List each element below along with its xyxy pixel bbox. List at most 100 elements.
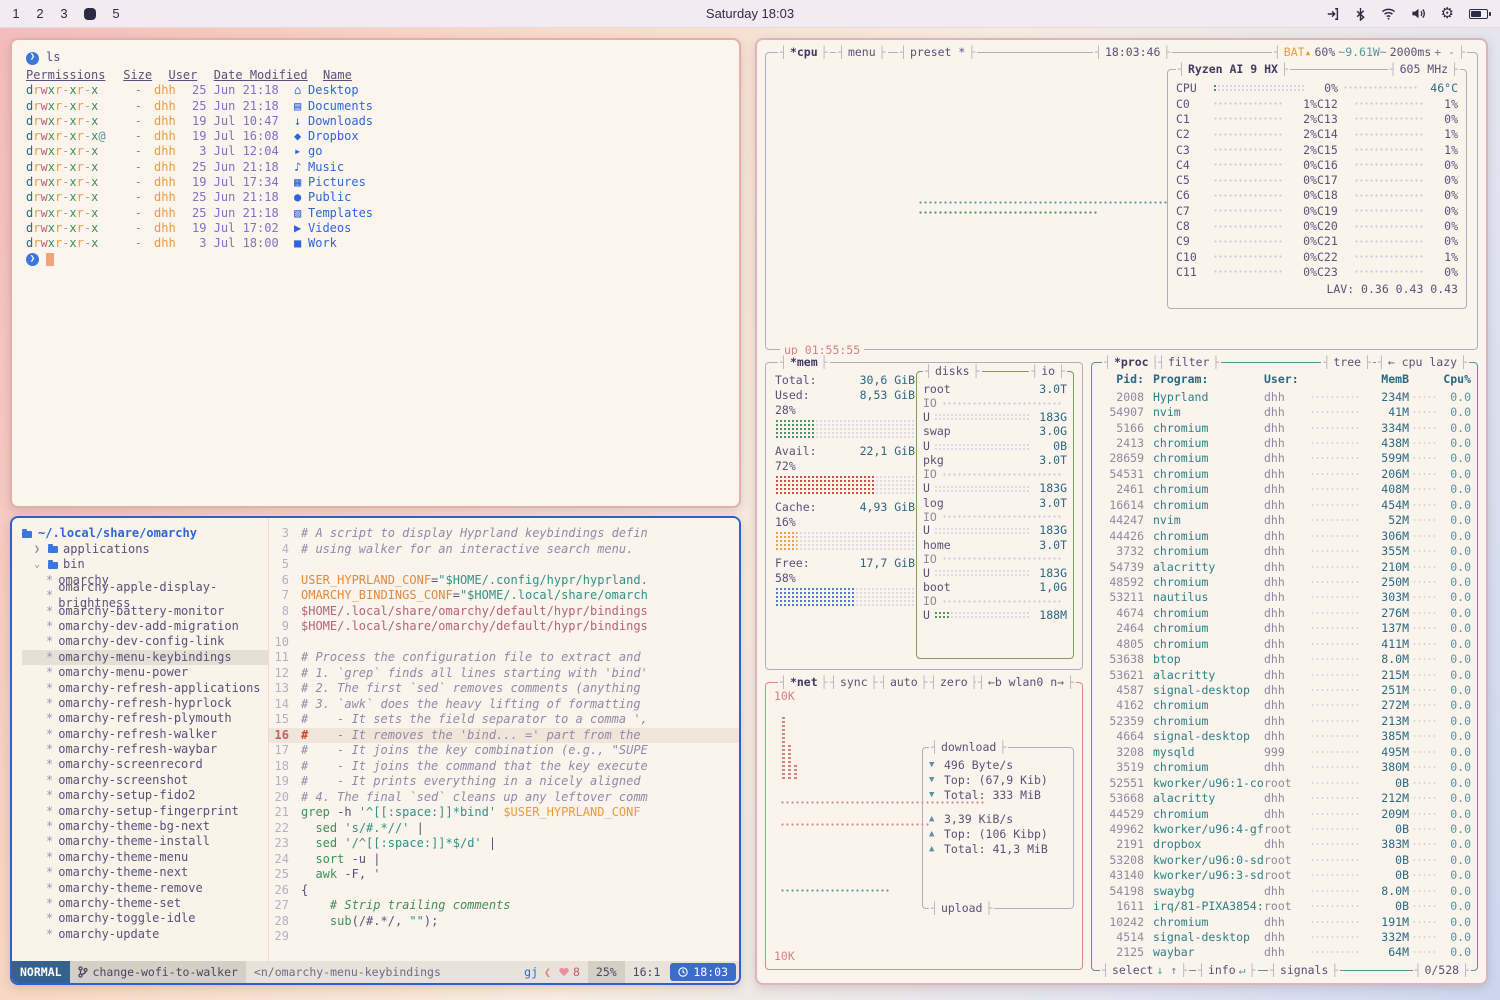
process-row[interactable]: 1611irq/81-PIXA3854:root0B0.0 (1092, 898, 1477, 913)
process-row[interactable]: 3519chromiumdhh380M0.0 (1092, 760, 1477, 775)
tab-sync[interactable]: sync (828, 675, 880, 690)
tab-filter[interactable]: filter (1156, 355, 1221, 370)
process-row[interactable]: 53208kworker/u96:0-sdroot0B0.0 (1092, 852, 1477, 867)
tree-item-omarchy-dev-add-migration[interactable]: *omarchy-dev-add-migration (22, 619, 268, 634)
tree-root[interactable]: ~/.local/share/omarchy (22, 526, 268, 542)
process-row[interactable]: 44426chromiumdhh306M0.0 (1092, 528, 1477, 543)
process-row[interactable]: 28659chromiumdhh599M0.0 (1092, 451, 1477, 466)
net-interface[interactable]: ←b wlan0 n→ (976, 675, 1076, 690)
process-row[interactable]: 53211nautilusdhh303M0.0 (1092, 590, 1477, 605)
disks-title[interactable]: disks (923, 364, 982, 379)
tree-item-omarchy-refresh-walker[interactable]: *omarchy-refresh-walker (22, 727, 268, 742)
process-row[interactable]: 4805chromiumdhh411M0.0 (1092, 636, 1477, 651)
workspace-5[interactable]: 5 (112, 6, 120, 21)
process-row[interactable]: 3208mysqld999495M0.0 (1092, 744, 1477, 759)
tree-item-omarchy-apple-display-brightness[interactable]: *omarchy-apple-display-brightness (22, 588, 268, 603)
process-row[interactable]: 52359chromiumdhh213M0.0 (1092, 713, 1477, 728)
tree-item-omarchy-setup-fingerprint[interactable]: *omarchy-setup-fingerprint (22, 804, 268, 819)
settings-gear-icon[interactable]: ⚙ (1441, 6, 1454, 21)
zoom-keys[interactable]: + - (1434, 45, 1455, 60)
tab-proc[interactable]: *proc (1102, 355, 1161, 370)
tree-item-omarchy-theme-bg-next[interactable]: *omarchy-theme-bg-next (22, 819, 268, 834)
process-row[interactable]: 4664signal-desktopdhh385M0.0 (1092, 729, 1477, 744)
tree-item-omarchy-theme-menu[interactable]: *omarchy-theme-menu (22, 850, 268, 865)
tree-item-omarchy-update[interactable]: *omarchy-update (22, 927, 268, 942)
tree-item-applications[interactable]: ❯applications (22, 542, 268, 557)
tree-item-omarchy-theme-remove[interactable]: *omarchy-theme-remove (22, 881, 268, 896)
tab-zero[interactable]: zero (928, 675, 980, 690)
file-bullet-icon: * (46, 804, 53, 819)
battery-icon[interactable] (1469, 9, 1488, 19)
key-select[interactable]: select↓ ↑ (1100, 963, 1189, 978)
workspace-1[interactable]: 1 (12, 6, 20, 21)
tab-tree[interactable]: tree (1321, 355, 1373, 370)
tab-preset[interactable]: preset * (898, 45, 977, 60)
terminal-cursor[interactable] (46, 253, 54, 266)
disks-panel: disks io root3.0TIOU183Gswap3.0GU0Bpkg3.… (916, 371, 1074, 659)
tree-item-omarchy-setup-fido2[interactable]: *omarchy-setup-fido2 (22, 788, 268, 803)
workspace-4[interactable] (84, 8, 96, 20)
tree-item-omarchy-toggle-idle[interactable]: *omarchy-toggle-idle (22, 911, 268, 926)
tree-item-omarchy-menu-keybindings[interactable]: *omarchy-menu-keybindings (22, 650, 268, 665)
process-row[interactable]: 4162chromiumdhh272M0.0 (1092, 698, 1477, 713)
process-row[interactable]: 54907nvimdhh41M0.0 (1092, 404, 1477, 419)
process-row[interactable]: 54198swaybgdhh8.0M0.0 (1092, 883, 1477, 898)
tree-item-omarchy-theme-next[interactable]: *omarchy-theme-next (22, 865, 268, 880)
tree-item-omarchy-theme-set[interactable]: *omarchy-theme-set (22, 896, 268, 911)
process-row[interactable]: 16614chromiumdhh454M0.0 (1092, 497, 1477, 512)
tree-item-omarchy-refresh-applications[interactable]: *omarchy-refresh-applications (22, 681, 268, 696)
workspace-3[interactable]: 3 (60, 6, 68, 21)
process-row[interactable]: 2008Hyprlanddhh234M0.0 (1092, 389, 1477, 404)
header-name: Name (323, 68, 352, 82)
volume-icon[interactable] (1411, 7, 1426, 20)
tree-item-omarchy-dev-config-link[interactable]: *omarchy-dev-config-link (22, 634, 268, 649)
process-row[interactable]: 49962kworker/u96:4-gfroot0B0.0 (1092, 821, 1477, 836)
tab-menu[interactable]: menu (836, 45, 888, 60)
logout-icon[interactable] (1326, 7, 1340, 21)
process-row[interactable]: 53668alacrittydhh212M0.0 (1092, 790, 1477, 805)
file-path: <n/omarchy-menu-keybindings (246, 961, 449, 983)
process-row[interactable]: 4674chromiumdhh276M0.0 (1092, 605, 1477, 620)
tab-mem[interactable]: *mem (778, 355, 830, 370)
tree-item-omarchy-screenshot[interactable]: *omarchy-screenshot (22, 773, 268, 788)
process-row[interactable]: 43140kworker/u96:3-sdroot0B0.0 (1092, 868, 1477, 883)
process-row[interactable]: 2464chromiumdhh137M0.0 (1092, 621, 1477, 636)
process-row[interactable]: 54739alacrittydhh210M0.0 (1092, 559, 1477, 574)
tab-net[interactable]: *net (778, 675, 830, 690)
tree-item-omarchy-refresh-plymouth[interactable]: *omarchy-refresh-plymouth (22, 711, 268, 726)
process-row[interactable]: 2125waybardhh64M0.0 (1092, 945, 1477, 960)
workspace-switcher: 1 2 3 5 (12, 6, 120, 21)
code-editor[interactable]: 3# A script to display Hyprland keybindi… (268, 518, 739, 961)
tree-item-omarchy-screenrecord[interactable]: *omarchy-screenrecord (22, 757, 268, 772)
tree-item-omarchy-theme-install[interactable]: *omarchy-theme-install (22, 834, 268, 849)
key-signals[interactable]: signals (1268, 963, 1340, 978)
process-row[interactable]: 53638btopdhh8.0M0.0 (1092, 651, 1477, 666)
tree-item-bin[interactable]: ⌄bin (22, 557, 268, 572)
process-row[interactable]: 48592chromiumdhh250M0.0 (1092, 574, 1477, 589)
tree-item-omarchy-refresh-hyprlock[interactable]: *omarchy-refresh-hyprlock (22, 696, 268, 711)
key-info[interactable]: info↵ (1196, 963, 1258, 978)
process-row[interactable]: 2191dropboxdhh383M0.0 (1092, 837, 1477, 852)
process-row[interactable]: 2461chromiumdhh408M0.0 (1092, 482, 1477, 497)
process-row[interactable]: 44529chromiumdhh209M0.0 (1092, 806, 1477, 821)
process-row[interactable]: 4514signal-desktopdhh332M0.0 (1092, 929, 1477, 944)
process-row[interactable]: 5166chromiumdhh334M0.0 (1092, 420, 1477, 435)
wifi-icon[interactable] (1381, 7, 1396, 20)
process-row[interactable]: 3732chromiumdhh355M0.0 (1092, 543, 1477, 558)
process-row[interactable]: 2413chromiumdhh438M0.0 (1092, 435, 1477, 450)
io-title[interactable]: io (1029, 364, 1067, 379)
tree-item-omarchy-refresh-waybar[interactable]: *omarchy-refresh-waybar (22, 742, 268, 757)
process-row[interactable]: 4587signal-desktopdhh251M0.0 (1092, 682, 1477, 697)
process-row[interactable]: 52551kworker/u96:1-coroot0B0.0 (1092, 775, 1477, 790)
bluetooth-icon[interactable] (1355, 7, 1366, 21)
process-row[interactable]: 10242chromiumdhh191M0.0 (1092, 914, 1477, 929)
process-row[interactable]: 53621alacrittydhh215M0.0 (1092, 667, 1477, 682)
tree-item-omarchy-menu-power[interactable]: *omarchy-menu-power (22, 665, 268, 680)
process-row[interactable]: 44247nvimdhh52M0.0 (1092, 513, 1477, 528)
size: - (116, 221, 142, 236)
tab-cpu-lazy[interactable]: ← cpu lazy (1376, 355, 1469, 370)
process-row[interactable]: 54531chromiumdhh206M0.0 (1092, 466, 1477, 481)
tab-cpu[interactable]: *cpu (778, 45, 830, 60)
tab-auto[interactable]: auto (878, 675, 930, 690)
workspace-2[interactable]: 2 (36, 6, 44, 21)
